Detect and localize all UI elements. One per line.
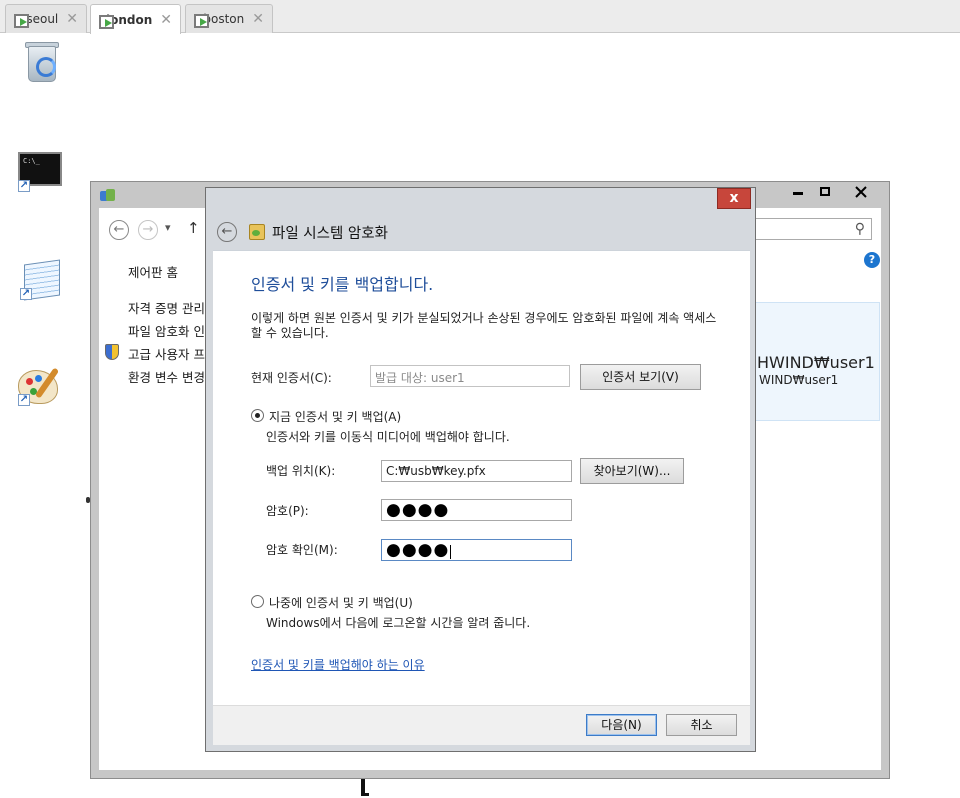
current-cert-label: 현재 인증서(C): bbox=[251, 371, 332, 385]
why-backup-link[interactable]: 인증서 및 키를 백업해야 하는 이유 bbox=[251, 656, 425, 673]
shield-icon bbox=[105, 344, 119, 360]
backup-now-label[interactable]: 지금 인증서 및 키 백업(A) bbox=[269, 408, 401, 425]
recycle-bin-icon[interactable] bbox=[23, 40, 71, 88]
tab-label: boston bbox=[203, 12, 245, 26]
back-button[interactable]: ← bbox=[217, 222, 237, 242]
text-caret bbox=[450, 544, 452, 559]
vm-icon bbox=[14, 12, 30, 28]
desktop-artifact bbox=[361, 776, 369, 796]
sidebar-link-advanced-profile[interactable]: 고급 사용자 프 bbox=[128, 344, 205, 363]
sidebar-link-file-encryption[interactable]: 파일 암호화 인 bbox=[128, 321, 205, 340]
backup-now-hint: 인증서와 키를 이동식 미디어에 백업해야 합니다. bbox=[266, 430, 510, 444]
command-prompt-icon[interactable]: C:\_ ↗ bbox=[18, 152, 66, 200]
backup-later-hint: Windows에서 다음에 로그온할 시간을 알려 줍니다. bbox=[266, 616, 531, 630]
tab-boston[interactable]: boston ✕ bbox=[185, 4, 273, 33]
maximize-button[interactable] bbox=[812, 182, 838, 202]
shortcut-arrow-icon: ↗ bbox=[20, 288, 32, 300]
view-cert-button[interactable]: 인증서 보기(V) bbox=[580, 364, 701, 390]
bin-body bbox=[28, 46, 56, 82]
vm-tab-bar: seoul ✕ london ✕ boston ✕ bbox=[0, 0, 960, 34]
encryption-key-icon bbox=[249, 224, 265, 240]
password-mask: ●●●● bbox=[386, 500, 450, 520]
paint-dot bbox=[35, 375, 42, 382]
password-label: 암호(P): bbox=[266, 504, 309, 518]
backup-later-radio[interactable] bbox=[251, 595, 264, 608]
page-description: 이렇게 하면 원본 인증서 및 키가 분실되었거나 손상된 경우에도 암호화된 … bbox=[251, 311, 717, 340]
next-button[interactable]: 다음(N) bbox=[586, 714, 657, 736]
confirm-password-mask: ●●●● bbox=[386, 540, 450, 560]
up-icon[interactable]: ↑ bbox=[187, 219, 200, 237]
dialog-close-button[interactable]: x bbox=[717, 188, 751, 209]
vm-icon bbox=[99, 13, 114, 29]
forward-button[interactable]: → bbox=[138, 220, 158, 240]
vm-icon bbox=[194, 12, 211, 28]
tab-seoul[interactable]: seoul ✕ bbox=[5, 4, 87, 33]
efs-wizard-dialog: x ← 파일 시스템 암호화 인증서 및 키를 백업합니다. 이렇게 하면 원본… bbox=[205, 187, 756, 752]
backup-later-label[interactable]: 나중에 인증서 및 키 백업(U) bbox=[269, 594, 413, 611]
dialog-content: 인증서 및 키를 백업합니다. 이렇게 하면 원본 인증서 및 키가 분실되었거… bbox=[213, 250, 750, 705]
minimize-icon bbox=[793, 192, 803, 195]
maximize-icon bbox=[820, 187, 830, 196]
sidebar-link-environment-variables[interactable]: 환경 변수 변경 bbox=[128, 367, 205, 386]
close-icon[interactable]: ✕ bbox=[66, 11, 78, 27]
password-input[interactable]: ●●●● bbox=[381, 499, 572, 521]
shortcut-arrow-icon: ↗ bbox=[18, 394, 30, 406]
minimize-button[interactable] bbox=[784, 182, 812, 202]
confirm-password-input[interactable]: ●●●● bbox=[381, 539, 572, 561]
dialog-title: 파일 시스템 암호화 bbox=[272, 226, 388, 242]
user-account-name: HWIND₩user1 bbox=[757, 353, 875, 372]
cancel-button[interactable]: 취소 bbox=[666, 714, 737, 736]
history-dropdown-icon[interactable]: ▾ bbox=[165, 221, 171, 234]
backup-now-radio[interactable] bbox=[251, 409, 264, 422]
sidebar-link-credential-manager[interactable]: 자격 증명 관리 bbox=[128, 298, 205, 317]
tab-london[interactable]: london ✕ bbox=[90, 4, 181, 34]
search-input[interactable]: ⚲ bbox=[754, 218, 872, 240]
page-heading: 인증서 및 키를 백업합니다. bbox=[251, 275, 434, 294]
search-icon: ⚲ bbox=[854, 221, 865, 237]
tab-label: seoul bbox=[26, 12, 59, 26]
close-icon[interactable]: ✕ bbox=[252, 11, 264, 27]
notepad-icon[interactable]: ↗ bbox=[20, 259, 68, 310]
close-button[interactable] bbox=[838, 182, 884, 202]
backup-location-input[interactable]: C:₩usb₩key.pfx bbox=[381, 460, 572, 482]
paint-dot bbox=[26, 378, 33, 385]
shortcut-arrow-icon: ↗ bbox=[18, 180, 30, 192]
back-button[interactable]: ← bbox=[109, 220, 129, 240]
sidebar-link-control-panel-home[interactable]: 제어판 홈 bbox=[128, 262, 178, 281]
close-icon bbox=[855, 186, 867, 198]
control-panel-icon bbox=[100, 189, 116, 203]
browse-button[interactable]: 찾아보기(W)... bbox=[580, 458, 684, 484]
backup-location-label: 백업 위치(K): bbox=[266, 464, 336, 478]
help-icon[interactable]: ? bbox=[864, 252, 880, 268]
paint-icon[interactable]: ↗ bbox=[18, 366, 66, 414]
close-icon[interactable]: ✕ bbox=[160, 12, 172, 28]
dialog-header: ← 파일 시스템 암호화 bbox=[213, 218, 750, 250]
user-account-subname: WIND₩user1 bbox=[759, 373, 839, 387]
current-cert-field: 발급 대상: user1 bbox=[370, 365, 570, 387]
dialog-footer: 다음(N) 취소 bbox=[213, 705, 750, 745]
confirm-password-label: 암호 확인(M): bbox=[266, 543, 338, 557]
